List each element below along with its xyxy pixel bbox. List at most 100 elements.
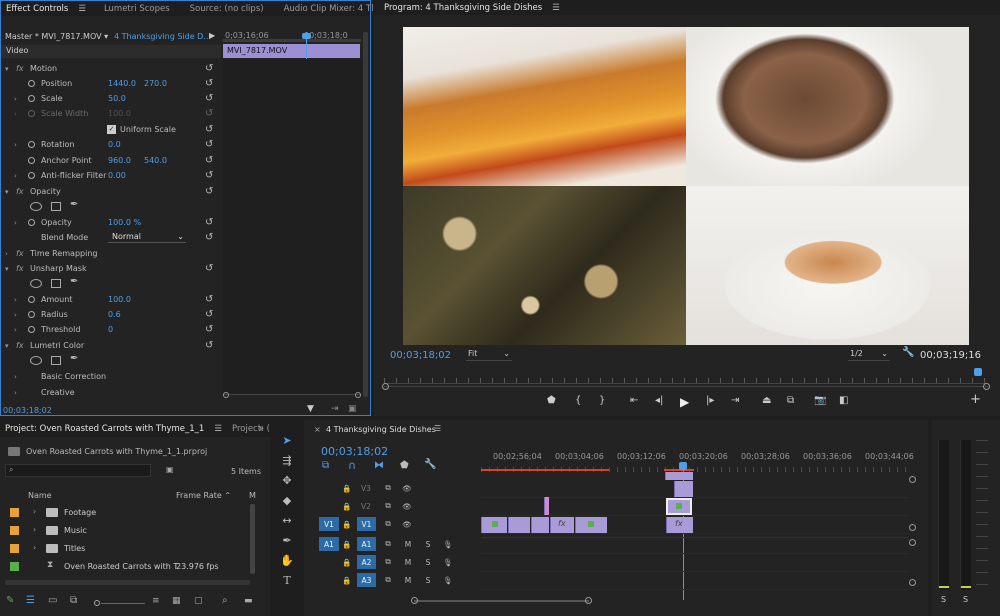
reset-icon[interactable]: ↺ bbox=[205, 324, 213, 335]
play-only-audio-icon[interactable]: ▶ bbox=[209, 31, 215, 40]
rectangle-mask-icon[interactable] bbox=[51, 202, 61, 211]
stopwatch-icon[interactable] bbox=[28, 311, 35, 318]
ec-clip-bar[interactable]: MVI_7817.MOV bbox=[223, 44, 360, 58]
column-header-name[interactable]: Name bbox=[28, 491, 52, 500]
sync-lock-icon[interactable]: ⧉ bbox=[381, 499, 395, 513]
selection-tool-icon[interactable]: ➤ bbox=[280, 433, 294, 447]
basic-correction-row[interactable]: › Basic Correction bbox=[1, 369, 221, 384]
microphone-icon[interactable]: 🎙 bbox=[441, 537, 455, 551]
lock-icon[interactable]: 🔒 bbox=[340, 517, 354, 531]
expand-icon[interactable]: › bbox=[33, 507, 36, 516]
stopwatch-icon[interactable] bbox=[28, 141, 35, 148]
filter-icon[interactable]: ▼ bbox=[307, 404, 314, 414]
time-remap-row[interactable]: › fx Time Remapping bbox=[1, 246, 221, 261]
solo-left-button[interactable]: S bbox=[941, 595, 946, 604]
expand-icon[interactable]: › bbox=[14, 373, 17, 381]
step-back-icon[interactable]: ◂| bbox=[655, 395, 663, 406]
program-nav-bar[interactable] bbox=[382, 383, 990, 390]
snap-magnet-icon[interactable]: ∩ bbox=[348, 459, 356, 472]
lock-icon[interactable]: 🔒 bbox=[340, 555, 354, 569]
add-marker-icon[interactable]: ⬟ bbox=[547, 395, 556, 406]
reset-icon[interactable]: ↺ bbox=[205, 124, 213, 135]
list-view-icon[interactable]: ☰ bbox=[26, 595, 35, 606]
timeline-settings-icon[interactable]: 🔧 bbox=[424, 459, 436, 470]
reset-icon[interactable]: ↺ bbox=[205, 263, 213, 274]
track-lane-a2[interactable] bbox=[481, 555, 908, 572]
pen-mask-icon[interactable]: ✒ bbox=[70, 353, 78, 364]
reset-icon[interactable]: ↺ bbox=[205, 170, 213, 181]
tab-effect-controls[interactable]: Effect Controls bbox=[1, 4, 78, 14]
timeline-clip[interactable]: fx bbox=[666, 517, 693, 533]
label-color-swatch[interactable] bbox=[10, 526, 19, 535]
expand-icon[interactable]: › bbox=[14, 296, 17, 304]
timeline-playhead-head[interactable] bbox=[679, 462, 687, 470]
reset-icon[interactable]: ↺ bbox=[205, 63, 213, 74]
label-color-swatch[interactable] bbox=[10, 508, 19, 517]
rectangle-mask-icon[interactable] bbox=[51, 356, 61, 365]
track-label[interactable]: V3 bbox=[359, 481, 373, 495]
ec-scrollbar[interactable] bbox=[363, 32, 368, 397]
fx-icon[interactable]: fx bbox=[16, 187, 24, 196]
settings-wrench-icon[interactable]: 🔧 bbox=[902, 347, 914, 358]
expand-icon[interactable]: › bbox=[14, 389, 17, 397]
expand-icon[interactable]: › bbox=[14, 95, 17, 103]
timeline-scroll-handle[interactable] bbox=[909, 539, 916, 546]
expand-icon[interactable]: › bbox=[14, 311, 17, 319]
new-item-icon[interactable]: ▢ bbox=[194, 596, 203, 606]
panel-menu-icon[interactable]: ☰ bbox=[552, 3, 560, 13]
ec-zoom-scrollbar[interactable] bbox=[223, 392, 361, 399]
timeline-scroll-handle[interactable] bbox=[909, 476, 916, 483]
list-item-titles[interactable]: › Titles bbox=[0, 540, 248, 557]
reset-icon[interactable]: ↺ bbox=[205, 93, 213, 104]
type-tool-icon[interactable]: T bbox=[280, 573, 294, 587]
pen-mask-icon[interactable]: ✒ bbox=[70, 199, 78, 210]
new-bin-from-search-icon[interactable]: ▣ bbox=[166, 465, 174, 474]
antiflicker-value[interactable]: 0.00 bbox=[108, 171, 126, 180]
tab-audio-clip-mixer[interactable]: Audio Clip Mixer: 4 Tl bbox=[274, 4, 384, 14]
timeline-clip[interactable] bbox=[674, 481, 693, 497]
zoom-slider-handle[interactable] bbox=[94, 600, 100, 606]
ellipse-mask-icon[interactable] bbox=[30, 356, 42, 365]
track-label[interactable]: V2 bbox=[359, 499, 373, 513]
ellipse-mask-icon[interactable] bbox=[30, 202, 42, 211]
sync-lock-icon[interactable]: ⧉ bbox=[381, 481, 395, 495]
timeline-scroll-handle[interactable] bbox=[909, 579, 916, 586]
expand-icon[interactable]: › bbox=[14, 326, 17, 334]
pen-tool-icon[interactable]: ✒ bbox=[280, 533, 294, 547]
expand-icon[interactable]: › bbox=[14, 219, 17, 227]
razor-icon[interactable]: ◆ bbox=[280, 493, 294, 507]
eye-icon[interactable]: 👁 bbox=[400, 499, 414, 513]
mute-button[interactable]: M bbox=[401, 573, 415, 587]
timeline-clip[interactable] bbox=[508, 517, 530, 533]
timeline-scroll-handle[interactable] bbox=[909, 524, 916, 531]
video-frame[interactable] bbox=[403, 27, 969, 345]
resolution-select[interactable]: 1/2 ⌄ bbox=[848, 349, 890, 361]
timeline-title[interactable]: 4 Thanksgiving Side Dishes bbox=[326, 425, 436, 434]
mark-out-icon[interactable]: } bbox=[599, 395, 605, 406]
tab-project-2[interactable]: Project: ( bbox=[222, 424, 280, 434]
extract-icon[interactable]: ⧉ bbox=[787, 395, 794, 406]
timeline-hscrollbar[interactable] bbox=[411, 597, 592, 604]
project-search-input[interactable]: ⌕ bbox=[5, 464, 151, 477]
opacity-row[interactable]: ▾ fx Opacity ↺ bbox=[1, 184, 221, 199]
go-to-in-icon[interactable]: ⇤ bbox=[630, 395, 638, 406]
more-panels-icon[interactable]: » bbox=[259, 424, 264, 434]
timeline-clip[interactable] bbox=[481, 517, 507, 533]
automate-icon[interactable]: ▦ bbox=[172, 596, 181, 606]
microphone-icon[interactable]: 🎙 bbox=[441, 555, 455, 569]
sequence-link[interactable]: 4 Thanksgiving Side D... bbox=[114, 32, 211, 41]
reset-icon[interactable]: ↺ bbox=[205, 232, 213, 243]
eye-icon[interactable]: 👁 bbox=[400, 481, 414, 495]
zoom-handle[interactable] bbox=[382, 383, 389, 390]
collapse-icon[interactable]: ▾ bbox=[5, 65, 9, 73]
track-label[interactable]: A3 bbox=[357, 573, 376, 587]
clip-selector[interactable]: Master * MVI_7817.MOV ▾ bbox=[5, 32, 108, 41]
anchor-x-value[interactable]: 960.0 bbox=[108, 156, 131, 165]
column-header-frame-rate[interactable]: Frame Rate ⌃ bbox=[176, 491, 231, 500]
track-select-icon[interactable]: ⇶ bbox=[280, 453, 294, 467]
panel-menu-icon[interactable]: ☰ bbox=[214, 424, 222, 434]
reset-icon[interactable]: ↺ bbox=[205, 78, 213, 89]
ec-playhead-head[interactable] bbox=[302, 33, 311, 39]
solo-right-button[interactable]: S bbox=[963, 595, 968, 604]
amount-value[interactable]: 100.0 bbox=[108, 295, 131, 304]
